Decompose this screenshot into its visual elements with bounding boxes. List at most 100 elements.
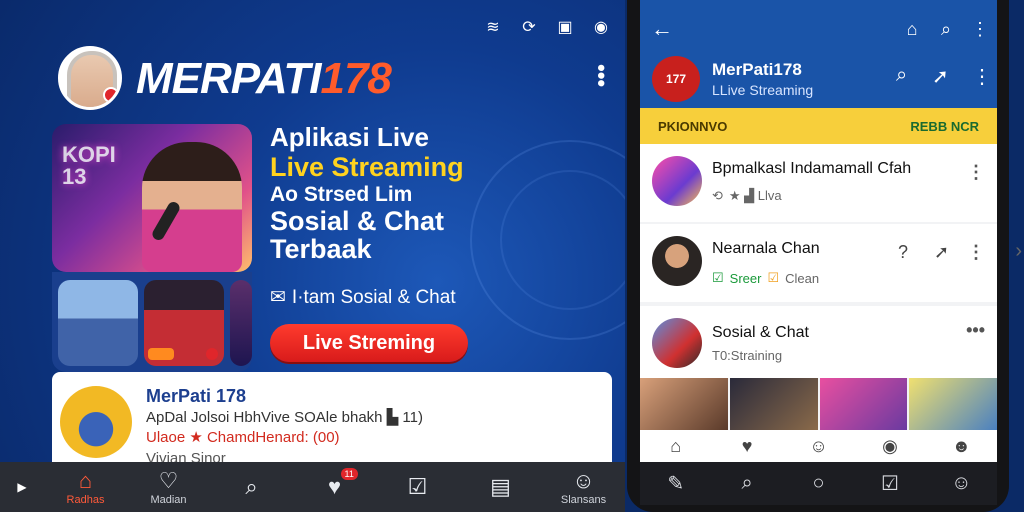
channel-header: 177 MerPati178 LLive Streaming ⌕ ➚ ⋮	[640, 50, 997, 108]
share-icon[interactable]: ➚	[932, 64, 949, 89]
avatar[interactable]	[58, 46, 122, 110]
list-item-meta: T0:Straining	[712, 348, 783, 363]
thumbnail-strip	[52, 272, 252, 372]
phone-tab-bar: ⌂ ♥ ☺ ◉ ☻	[640, 430, 997, 462]
chat-icon: ✉	[270, 287, 286, 308]
nav-notes[interactable]: ▤	[459, 474, 542, 500]
channel-logo[interactable]: 177	[652, 56, 700, 102]
avatar	[652, 236, 702, 286]
check-heart-icon: ☑	[407, 474, 428, 499]
chevron-right-icon[interactable]: ›	[1015, 240, 1022, 263]
share-icon[interactable]: ➚	[934, 242, 949, 263]
avatar	[652, 318, 702, 368]
card-title: MerPati 178	[146, 386, 247, 406]
home-icon: ⌂	[78, 468, 93, 493]
list-item-meta: ☑ Sreer ☑ Clean	[712, 270, 820, 286]
camera-icon[interactable]: ◉	[591, 18, 611, 38]
photo-thumb[interactable]	[819, 378, 908, 430]
home-icon[interactable]: ⌂	[640, 436, 711, 457]
nav-madian[interactable]: ♡ Madian	[127, 468, 210, 506]
thumbnail-stage[interactable]	[230, 280, 252, 366]
nav-home[interactable]: ⌂ Radhas	[44, 468, 127, 506]
home-icon[interactable]: ⌂	[895, 19, 929, 40]
profile-icon: ☺	[572, 468, 595, 493]
search-icon[interactable]: ⌕	[711, 472, 782, 495]
more-vert-icon[interactable]: ⋮	[972, 64, 992, 89]
more-horiz-icon[interactable]: •••	[966, 320, 985, 341]
sync-icon[interactable]: ⟳	[519, 18, 539, 38]
channel-name: MerPati178	[712, 60, 802, 79]
bottom-nav: ▶ ⌂ Radhas ♡ Madian ⌕ ♥ 11 ☑ ▤ ☺ Slansan…	[0, 462, 625, 512]
card-description: ApDal Jolsoi HbhVive SOAle bhakh ▙ 11)	[146, 409, 423, 426]
thumbnail-crowd[interactable]	[58, 280, 138, 366]
edit-icon: ☑	[767, 270, 780, 285]
list-item[interactable]: Bpmalkasl Indamamall Cfah ⟲ ★ ▟ Llva ⋮	[640, 144, 997, 222]
back-arrow-icon[interactable]: ←	[640, 16, 684, 42]
list-item-title: Sosial & Chat	[712, 324, 809, 341]
list-item[interactable]: Nearnala Chan ☑ Sreer ☑ Clean ? ➚ ⋮	[640, 224, 997, 302]
avatar-tab[interactable]: ☺	[783, 436, 854, 457]
card-stats: Ulaoe ★ ChamdHenard: (00)	[146, 429, 340, 446]
nav-search[interactable]: ⌕	[210, 474, 293, 500]
note-icon: ▤	[490, 474, 511, 499]
hero-heading-line4: Sosial & Chat	[270, 206, 445, 236]
search-icon[interactable]: ⌕	[896, 64, 907, 87]
status-bar	[640, 0, 997, 8]
check-icon: ☑	[712, 270, 724, 285]
heart-icon[interactable]: ♥	[711, 436, 782, 457]
hero-subline: ✉ I·tam Sosial & Chat	[270, 286, 456, 309]
hero-heading-line3: Ao Strsed Lim	[270, 183, 413, 206]
check-box-icon[interactable]: ☑	[854, 471, 925, 496]
notification-badge: 11	[340, 468, 358, 480]
promo-panel: ≋ ⟳ ▣ ◉ MERPATI178 ••• KOPI 13 Aplikasi …	[0, 0, 625, 512]
banner-left-text: PKIONNVO	[658, 118, 728, 134]
chat-icon[interactable]: ◉	[854, 436, 925, 457]
hero-image[interactable]: KOPI 13	[52, 124, 252, 272]
photo-thumb[interactable]	[909, 378, 997, 430]
phone-screen: ← ⌂ ⌕ ⋮ 177 MerPati178 LLive Streaming ⌕…	[640, 0, 997, 505]
media-icon[interactable]: ▣	[555, 18, 575, 38]
love-icon: ♥	[327, 474, 342, 499]
list-item-meta: ⟲ ★ ▟ Llva	[712, 188, 782, 203]
photo-strip	[640, 378, 997, 430]
live-indicator	[103, 87, 119, 103]
notification-dot	[206, 348, 218, 360]
hero-heading-line2: Live Streaming	[270, 152, 464, 182]
avatar	[652, 156, 702, 206]
more-menu-icon[interactable]: •••	[589, 64, 614, 87]
circle-home-icon[interactable]: ○	[783, 472, 854, 495]
thumbnail-singer[interactable]	[144, 280, 224, 366]
nav-favorites[interactable]: ☑	[376, 474, 459, 500]
list-item-title: Bpmalkasl Indamamall Cfah	[712, 160, 912, 177]
channel-subtitle: LLive Streaming	[712, 82, 814, 98]
phone-toolbar: ← ⌂ ⌕ ⋮	[640, 8, 997, 50]
nav-profile[interactable]: ☺ Slansans	[542, 468, 625, 506]
search-icon[interactable]: ⌕	[929, 19, 963, 40]
hero-heading-line5: Terbaak	[270, 234, 372, 264]
live-streaming-button[interactable]: Live Streming	[270, 324, 468, 362]
live-tag	[148, 348, 174, 360]
profile-icon[interactable]: ☺	[926, 472, 997, 495]
phone-bottom-nav: ✎ ⌕ ○ ☑ ☺	[640, 462, 997, 505]
brush-icon[interactable]: ✎	[640, 471, 711, 496]
profile-icon[interactable]: ☻	[926, 436, 997, 457]
list-item-title: Nearnala Chan	[712, 240, 820, 257]
hero-heading-line1: Aplikasi Live	[270, 122, 429, 152]
more-vert-icon[interactable]: ⋮	[967, 242, 985, 263]
neon-sign: KOPI 13	[62, 142, 116, 189]
more-vert-icon[interactable]: ⋮	[963, 19, 997, 40]
banner-right-text: REBB NCR	[910, 118, 979, 134]
nav-love[interactable]: ♥ 11	[293, 468, 376, 500]
search-icon: ⌕	[245, 474, 258, 499]
stream-card[interactable]: MerPati 178 ApDal Jolsoi HbhVive SOAle b…	[52, 372, 612, 468]
photo-thumb[interactable]	[729, 378, 818, 430]
list-item[interactable]: Sosial & Chat T0:Straining •••	[640, 306, 997, 378]
more-vert-icon[interactable]: ⋮	[967, 162, 985, 183]
system-icons: ≋ ⟳ ▣ ◉	[483, 18, 611, 38]
card-avatar	[60, 386, 132, 458]
photo-thumb[interactable]	[640, 378, 728, 430]
wifi-icon: ≋	[486, 19, 500, 36]
promo-banner[interactable]: PKIONNVO REBB NCR	[640, 108, 997, 144]
play-icon[interactable]: ▶	[0, 480, 44, 494]
help-icon[interactable]: ?	[898, 242, 908, 263]
